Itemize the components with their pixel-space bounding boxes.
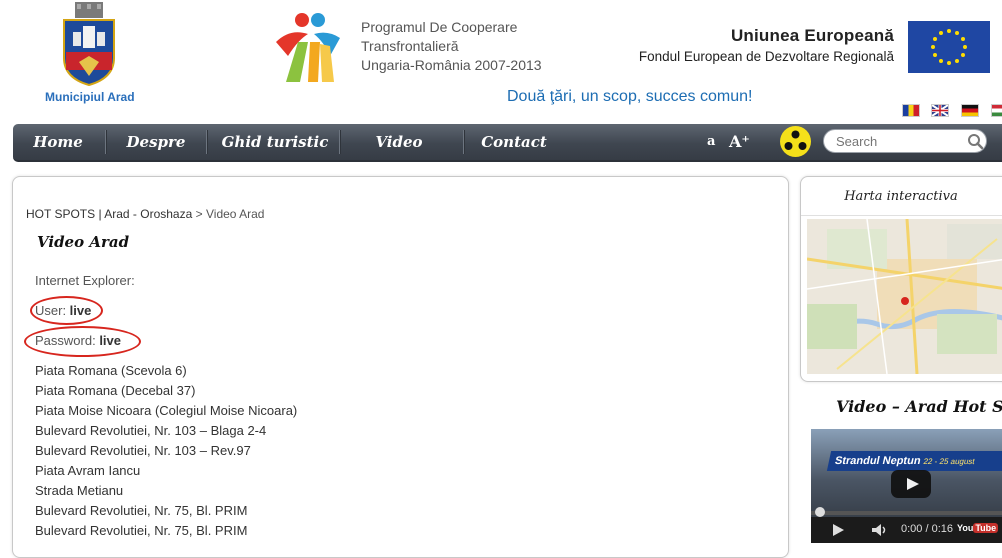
font-decrease-button[interactable]: a [707, 124, 715, 160]
video-section-heading: Video – Arad Hot Spots [836, 397, 1002, 416]
flag-de-icon[interactable] [961, 104, 979, 117]
breadcrumb-link-hotspots[interactable]: HOT SPOTS | Arad - Oroshaza [26, 207, 192, 221]
nav-separator [105, 130, 107, 154]
camera-location-item[interactable]: Piata Romana (Decebal 37) [35, 381, 297, 401]
search-box [823, 129, 987, 153]
interactive-map-panel: Harta interactiva [800, 176, 1002, 382]
nav-separator [206, 130, 208, 154]
search-icon[interactable] [967, 133, 984, 150]
accessibility-button[interactable] [780, 126, 811, 157]
user-credential: User: live [35, 303, 91, 318]
browser-label: Internet Explorer: [35, 273, 135, 288]
nav-contact[interactable]: Contact [477, 124, 551, 160]
password-credential: Password: live [35, 333, 121, 348]
camera-location-item[interactable]: Strada Metianu [35, 481, 297, 501]
page-title: Video Arad [37, 233, 130, 251]
program-tagline: Două ţări, un scop, succes comun! [507, 88, 753, 105]
flag-ro-icon[interactable] [902, 104, 920, 117]
breadcrumb: HOT SPOTS | Arad - Oroshaza > Video Arad [26, 207, 264, 221]
nav-separator [339, 130, 341, 154]
eu-flag-icon [908, 21, 990, 73]
youtube-logo-tube: Tube [973, 523, 999, 533]
youtube-video-player[interactable]: Strandul Neptun 22 - 25 august 0:00 / 0:… [811, 429, 1002, 543]
nav-home[interactable]: Home [27, 124, 89, 160]
program-line-3: Ungaria-România 2007-2013 [361, 57, 542, 73]
video-progress-bar[interactable] [811, 511, 1002, 515]
site-header: Municipiul Arad Programul De Cooperare T… [0, 0, 1002, 122]
eu-funding-text: Uniunea Europeană Fondul European de Dez… [639, 26, 894, 64]
camera-location-item[interactable]: Bulevard Revolutiei, Nr. 75, Bl. PRIM [35, 501, 297, 521]
program-line-1: Programul De Cooperare [361, 19, 518, 35]
video-progress-handle[interactable] [815, 507, 825, 517]
cooperation-program-logo[interactable] [270, 12, 348, 84]
volume-icon[interactable] [871, 523, 889, 537]
program-line-2: Transfrontalieră [361, 38, 459, 54]
nav-despre[interactable]: Despre [119, 124, 193, 160]
search-input[interactable] [836, 132, 964, 150]
flag-hu-icon[interactable] [991, 104, 1002, 117]
video-controls: 0:00 / 0:16 You Tube [811, 517, 1002, 543]
video-banner-date: 22 - 25 august [922, 457, 976, 466]
camera-location-item[interactable]: Piata Moise Nicoara (Colegiul Moise Nico… [35, 401, 297, 421]
flag-en-icon[interactable] [931, 104, 949, 117]
user-value: live [69, 303, 92, 318]
nav-video-arad[interactable]: Video Arad [353, 124, 445, 187]
camera-location-item[interactable]: Piata Avram Iancu [35, 461, 297, 481]
password-value: live [99, 333, 121, 348]
font-increase-button[interactable]: A⁺ [729, 124, 750, 160]
eu-title: Uniunea Europeană [730, 26, 894, 45]
map-title: Harta interactiva [844, 189, 958, 204]
youtube-logo-you: You [957, 523, 974, 533]
program-name: Programul De Cooperare Transfrontalieră … [361, 18, 542, 75]
breadcrumb-current: Video Arad [205, 207, 265, 221]
camera-location-item[interactable]: Bulevard Revolutiei, Nr. 75, Bl. PRIM [35, 521, 297, 541]
password-label: Password: [35, 333, 100, 348]
video-banner-title: Strandul Neptun [833, 455, 922, 467]
eu-subtitle: Fondul European de Dezvoltare Regională [638, 49, 894, 64]
camera-locations-list: Piata Romana (Scevola 6) Piata Romana (D… [35, 361, 297, 541]
breadcrumb-separator: > [192, 207, 206, 221]
blind-accessibility-icon [784, 130, 807, 150]
uk-cross-icon [932, 105, 948, 116]
camera-location-item[interactable]: Bulevard Revolutiei, Nr. 103 – Blaga 2-4 [35, 421, 297, 441]
map-divider [801, 215, 1002, 216]
main-navigation: Home Despre Ghid turistic Video Arad Con… [13, 124, 1002, 187]
video-time: 0:00 / 0:16 [901, 523, 953, 535]
user-label: User: [35, 303, 70, 318]
control-play-icon[interactable] [833, 524, 844, 536]
nav-separator [463, 130, 465, 154]
play-icon[interactable] [891, 470, 931, 498]
main-content-panel: HOT SPOTS | Arad - Oroshaza > Video Arad… [12, 176, 789, 558]
city-map-thumbnail[interactable] [807, 219, 1002, 374]
video-banner: Strandul Neptun 22 - 25 august [826, 451, 1002, 471]
nav-ghid-turistic[interactable]: Ghid turistic [219, 124, 331, 160]
city-name: Municipiul Arad [45, 90, 135, 104]
camera-location-item[interactable]: Piata Romana (Scevola 6) [35, 361, 297, 381]
youtube-logo[interactable]: You Tube [957, 523, 999, 537]
arad-coat-of-arms-logo[interactable] [61, 2, 117, 86]
camera-location-item[interactable]: Bulevard Revolutiei, Nr. 103 – Rev.97 [35, 441, 297, 461]
